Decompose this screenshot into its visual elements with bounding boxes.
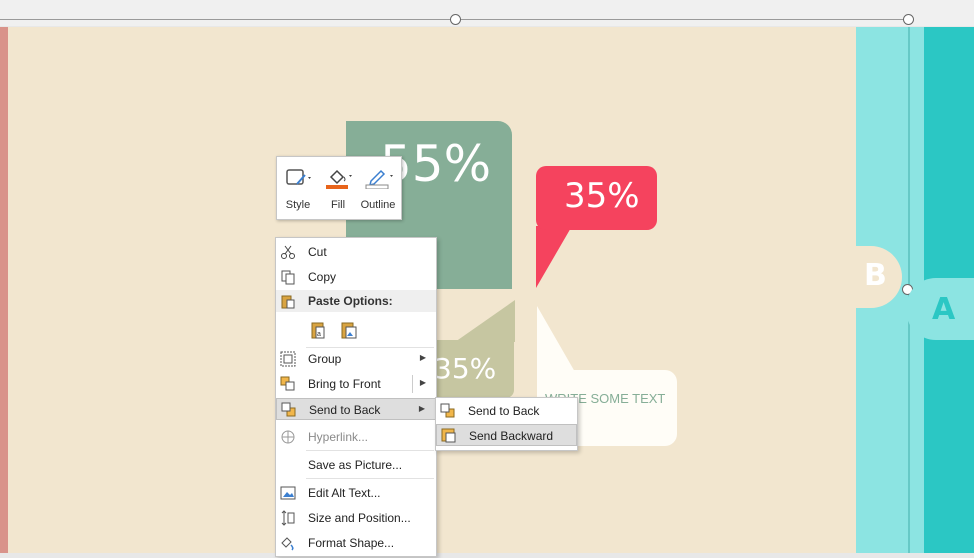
menu-item-copy[interactable]: Copy (276, 266, 436, 288)
submenu-item-send-backward[interactable]: Send Backward (436, 424, 577, 446)
menu-item-bring-to-front-label: Bring to Front (308, 377, 381, 391)
menu-item-size-and-position[interactable]: Size and Position... (276, 507, 436, 529)
fill-bucket-icon (326, 169, 352, 189)
chevron-right-icon: ▶ (418, 404, 425, 413)
menu-item-edit-alt-text[interactable]: Edit Alt Text... (276, 482, 436, 504)
fill-button[interactable]: Fill (319, 161, 357, 215)
menu-item-save-as-picture[interactable]: Save as Picture... (276, 454, 436, 476)
slide-left-edge (0, 27, 8, 553)
svg-text:a: a (317, 331, 321, 338)
scissors-icon (281, 245, 295, 259)
menu-item-cut[interactable]: Cut (276, 241, 436, 263)
menu-item-send-to-back[interactable]: Send to Back ▶ (276, 398, 436, 420)
outline-button[interactable]: Outline (359, 161, 397, 215)
send-to-back-icon (281, 402, 296, 417)
paste-options-label: Paste Options: (308, 294, 393, 308)
bring-to-front-icon (280, 376, 295, 391)
tab-a-label: A (932, 292, 956, 327)
outline-pen-icon (365, 169, 393, 189)
tab-a[interactable]: A (906, 278, 974, 340)
style-button[interactable]: Style (279, 161, 317, 215)
resize-handle-top[interactable] (450, 14, 461, 25)
menu-separator (306, 450, 434, 451)
menu-item-format-shape[interactable]: Format Shape... (276, 532, 436, 554)
hyperlink-globe-icon (281, 430, 295, 444)
submenu-send-backward-label: Send Backward (469, 429, 554, 443)
menu-item-size-and-position-label: Size and Position... (308, 511, 411, 525)
chevron-right-icon: ▶ (419, 353, 426, 362)
menu-item-hyperlink-label: Hyperlink... (308, 430, 369, 444)
paste-option-icons: a (276, 316, 436, 344)
menu-item-bring-to-front[interactable]: Bring to Front ▶ (276, 373, 436, 395)
menu-item-hyperlink[interactable]: Hyperlink... (276, 426, 436, 448)
menu-item-save-as-picture-label: Save as Picture... (308, 458, 403, 472)
paste-options-header: Paste Options: (276, 290, 436, 312)
format-shape-icon (281, 537, 294, 551)
menu-item-copy-label: Copy (308, 270, 337, 284)
outline-label: Outline (360, 199, 396, 211)
menu-item-send-to-back-label: Send to Back (309, 403, 381, 417)
group-icon (280, 351, 296, 367)
menu-item-group-label: Group (308, 352, 342, 366)
send-to-back-submenu: Send to Back Send Backward (435, 397, 578, 451)
mini-toolbar: Style Fill Outline (276, 156, 402, 220)
bubble-35-red-text: 35% (564, 176, 640, 216)
bubble-35-green-text: 35% (434, 352, 497, 385)
paste-keep-text-icon[interactable]: a (310, 320, 328, 340)
bubble-35-red[interactable]: 35% (536, 166, 657, 230)
send-to-back-icon (440, 403, 455, 418)
tab-b[interactable]: B (818, 246, 902, 308)
chevron-right-icon: ▶ (419, 378, 426, 387)
split-divider (412, 375, 413, 393)
send-backward-icon (441, 428, 456, 443)
style-label: Style (285, 199, 311, 211)
tab-b-label: B (864, 258, 887, 293)
clipboard-icon (281, 295, 295, 309)
submenu-item-send-to-back[interactable]: Send to Back (436, 400, 577, 422)
ruler-bar (0, 0, 974, 26)
style-icon (286, 169, 311, 185)
resize-handle-top-right[interactable] (903, 14, 914, 25)
alt-text-picture-icon (280, 486, 296, 500)
menu-item-format-shape-label: Format Shape... (308, 536, 395, 550)
context-menu: Cut Copy Paste Options: a Group ▶ Bring … (275, 237, 437, 557)
size-position-icon (281, 510, 295, 526)
menu-item-cut-label: Cut (308, 245, 327, 259)
copy-icon (281, 270, 295, 285)
menu-item-edit-alt-text-label: Edit Alt Text... (308, 486, 381, 500)
fill-label: Fill (330, 199, 346, 211)
paste-picture-icon[interactable] (340, 320, 358, 340)
menu-separator (306, 478, 434, 479)
menu-item-group[interactable]: Group ▶ (276, 348, 436, 370)
submenu-send-to-back-label: Send to Back (468, 404, 540, 418)
